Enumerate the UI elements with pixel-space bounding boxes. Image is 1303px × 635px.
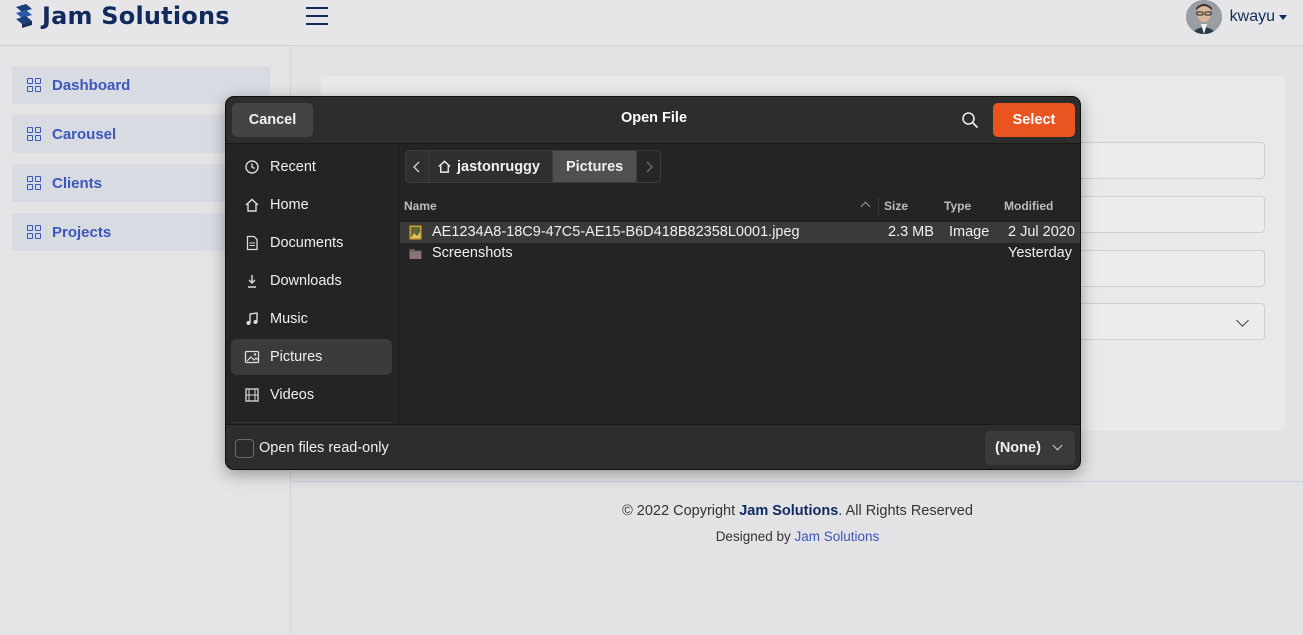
- form-select[interactable]: [1060, 303, 1265, 340]
- places-sidebar: Recent Home Documents Downloads Music Pi…: [226, 144, 399, 425]
- dialog-footer: Open files read-only (None): [226, 424, 1080, 469]
- file-row[interactable]: Screenshots Yesterday: [400, 243, 1080, 264]
- designer-link[interactable]: Jam Solutions: [795, 529, 880, 544]
- user-name: kwayu: [1229, 8, 1275, 25]
- file-name: AE1234A8-18C9-47C5-AE15-B6D418B82358L000…: [432, 224, 800, 240]
- select-button[interactable]: Select: [993, 103, 1075, 137]
- grid-icon: [27, 78, 41, 92]
- place-pictures[interactable]: Pictures: [231, 339, 392, 375]
- sidebar-item-label: Carousel: [52, 125, 117, 143]
- column-modified[interactable]: Modified: [1004, 199, 1053, 213]
- sidebar-item-label: Dashboard: [52, 76, 131, 94]
- footer-copyright: © 2022 Copyright Jam Solutions. All Righ…: [622, 503, 973, 519]
- column-size[interactable]: Size: [884, 199, 908, 213]
- search-icon[interactable]: [960, 110, 980, 130]
- place-videos[interactable]: Videos: [231, 377, 392, 413]
- dialog-header: Cancel Open File Select: [226, 97, 1080, 144]
- file-modified: 2 Jul 2020: [1008, 224, 1075, 240]
- image-file-icon: [409, 225, 422, 240]
- sidebar-item-label: Clients: [52, 174, 103, 192]
- open-file-dialog: Cancel Open File Select Recent Home Docu…: [225, 96, 1081, 470]
- dialog-title: Open File: [620, 110, 688, 126]
- grid-icon: [27, 127, 41, 141]
- path-back-button[interactable]: [405, 150, 429, 183]
- file-row[interactable]: AE1234A8-18C9-47C5-AE15-B6D418B82358L000…: [400, 222, 1080, 243]
- grid-icon: [27, 176, 41, 190]
- document-icon: [246, 235, 258, 251]
- chevron-down-icon: [1052, 440, 1063, 451]
- user-menu[interactable]: kwayu: [1185, 0, 1287, 34]
- download-icon: [248, 275, 256, 288]
- top-navbar: Jam Solutions kwayu: [0, 0, 1303, 46]
- file-list-header: Name Size Type Modified: [400, 192, 1080, 221]
- place-recent[interactable]: Recent: [231, 149, 392, 185]
- place-home[interactable]: Home: [231, 187, 392, 223]
- grid-icon: [27, 225, 41, 239]
- brand[interactable]: Jam Solutions: [12, 2, 230, 30]
- column-separator: [878, 198, 879, 215]
- path-forward-button[interactable]: [637, 150, 662, 183]
- hamburger-menu-icon[interactable]: [306, 6, 328, 26]
- caret-down-icon: [1279, 14, 1287, 20]
- path-segment-current[interactable]: Pictures: [552, 150, 638, 183]
- file-filter-dropdown[interactable]: (None): [985, 431, 1075, 465]
- music-icon: [246, 312, 258, 325]
- chevron-left-icon: [413, 161, 420, 172]
- read-only-checkbox[interactable]: [235, 439, 254, 458]
- read-only-label[interactable]: Open files read-only: [259, 440, 389, 456]
- path-bar: jastonruggy Pictures: [405, 150, 662, 184]
- file-name: Screenshots: [432, 245, 513, 261]
- sort-ascending-icon: [860, 201, 871, 212]
- clock-icon: [245, 160, 259, 174]
- column-type[interactable]: Type: [944, 199, 971, 213]
- footer-designed-by: Designed by Jam Solutions: [715, 529, 880, 544]
- file-modified: Yesterday: [1008, 245, 1072, 261]
- brand-logo-icon: [16, 4, 32, 28]
- place-documents[interactable]: Documents: [231, 225, 392, 261]
- chevron-right-icon: [646, 161, 653, 172]
- image-icon: [244, 350, 260, 364]
- form-input[interactable]: [1060, 250, 1265, 287]
- column-name[interactable]: Name: [404, 199, 437, 213]
- place-music[interactable]: Music: [231, 301, 392, 337]
- places-divider: [231, 422, 392, 423]
- sidebar-item-label: Projects: [52, 223, 112, 241]
- home-icon: [438, 160, 451, 173]
- file-size: 2.3 MB: [888, 224, 934, 240]
- footer-divider: [292, 481, 1303, 482]
- film-icon: [245, 388, 259, 402]
- place-downloads[interactable]: Downloads: [231, 263, 392, 299]
- file-type: Image: [949, 224, 990, 240]
- form-input[interactable]: [1060, 142, 1265, 179]
- form-input[interactable]: [1060, 196, 1265, 233]
- folder-icon: [409, 249, 422, 259]
- path-segment-home[interactable]: jastonruggy: [429, 150, 553, 183]
- home-icon: [245, 198, 259, 212]
- avatar: [1185, 0, 1222, 34]
- brand-name: Jam Solutions: [42, 2, 230, 30]
